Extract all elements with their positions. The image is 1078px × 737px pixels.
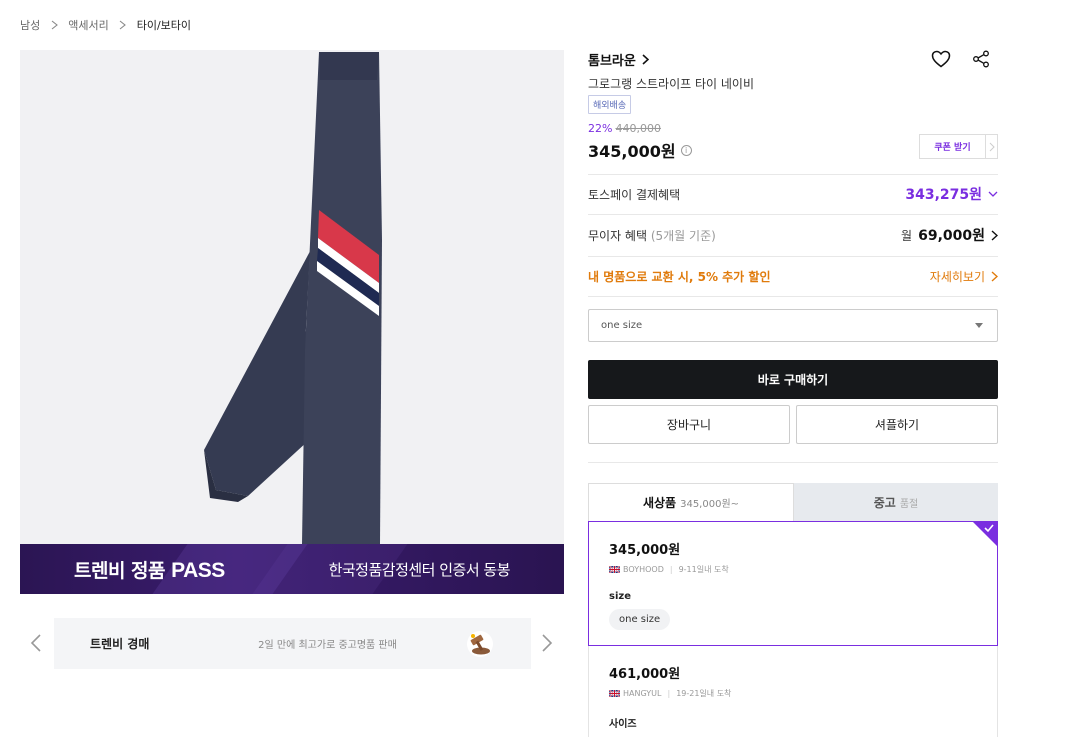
tie-image bbox=[204, 52, 382, 544]
banner-pass-prefix: 트렌비 정품 bbox=[74, 559, 172, 582]
banner-certificate-text: 한국정품감정센터 인증서 동봉 bbox=[328, 560, 511, 579]
offer-meta: HANGYUL | 19-21일내 도착 bbox=[609, 688, 977, 699]
offer-seller: HANGYUL bbox=[623, 689, 662, 698]
banner-pass-title: 트렌비 정품 PASS bbox=[74, 556, 225, 583]
brand-link[interactable]: 톰브라운 bbox=[588, 50, 649, 69]
original-price: 440,000 bbox=[615, 122, 661, 135]
interest-free-label: 무이자 혜택 bbox=[588, 228, 648, 243]
authenticity-banner[interactable]: 트렌비 정품 PASS 한국정품감정센터 인증서 동봉 bbox=[20, 544, 564, 594]
divider bbox=[588, 296, 998, 297]
caret-down-icon bbox=[975, 323, 983, 328]
toss-benefit-price: 343,275원 bbox=[905, 187, 982, 203]
uk-flag-icon bbox=[609, 566, 620, 573]
breadcrumb-item-accessories[interactable]: 액세서리 bbox=[68, 17, 108, 33]
size-select-value: one size bbox=[601, 320, 643, 331]
breadcrumb-item-ties[interactable]: 타이/보타이 bbox=[137, 17, 191, 33]
sale-price: 345,000원 bbox=[588, 142, 676, 161]
price-row: 345,000원 i bbox=[588, 138, 692, 162]
interest-free-row[interactable]: 무이자 혜택 (5개월 기준) 월 69,000원 bbox=[588, 225, 998, 245]
trade-in-detail-link[interactable]: 자세히보기 bbox=[930, 268, 985, 285]
meta-separator: | bbox=[669, 565, 673, 574]
toss-benefit-row[interactable]: 토스페이 결제혜택 343,275원 bbox=[588, 184, 998, 204]
chevron-right-icon bbox=[991, 229, 998, 241]
tab-used[interactable]: 중고 품절 bbox=[794, 483, 998, 521]
coupon-button[interactable]: 쿠폰 받기 bbox=[920, 135, 986, 158]
offer-price: 345,000원 bbox=[609, 543, 681, 558]
monthly-prefix: 월 bbox=[901, 228, 913, 243]
divider bbox=[588, 256, 998, 257]
banner-pass-word: PASS bbox=[171, 558, 225, 582]
tab-used-label: 중고 bbox=[873, 495, 896, 510]
coupon-box: 쿠폰 받기 bbox=[919, 134, 998, 159]
share-button[interactable] bbox=[970, 48, 992, 70]
product-name: 그로그랭 스트라이프 타이 네이비 bbox=[588, 77, 755, 91]
interest-free-label-wrap: 무이자 혜택 (5개월 기준) bbox=[588, 227, 716, 244]
discount-row: 22% 440,000 bbox=[588, 122, 661, 135]
offer-size-label: size bbox=[609, 591, 631, 602]
check-icon bbox=[972, 521, 998, 547]
add-to-cart-button[interactable]: 장바구니 bbox=[588, 405, 790, 444]
divider bbox=[588, 462, 998, 463]
gavel-icon bbox=[467, 630, 493, 657]
offer-card[interactable]: 345,000원 BOYHOOD | 9-11일내 도착 size one si… bbox=[588, 521, 998, 646]
auction-description: 2일 만에 최고가로 중고명품 판매 bbox=[258, 640, 397, 651]
interest-free-sub: (5개월 기준) bbox=[647, 228, 716, 243]
chevron-right-icon bbox=[991, 270, 998, 282]
brand-name: 톰브라운 bbox=[588, 54, 636, 69]
chevron-right-icon bbox=[989, 142, 995, 151]
offer-size-label: 사이즈 bbox=[609, 719, 637, 730]
trade-in-label: 내 명품으로 교환 시, 5% 추가 할인 bbox=[588, 269, 771, 284]
carousel-next-button[interactable] bbox=[539, 632, 555, 654]
tab-used-sub: 품절 bbox=[899, 498, 919, 510]
wishlist-button[interactable] bbox=[930, 48, 952, 70]
trade-in-row[interactable]: 내 명품으로 교환 시, 5% 추가 할인 자세히보기 bbox=[588, 266, 998, 286]
buy-now-button[interactable]: 바로 구매하기 bbox=[588, 360, 998, 399]
offer-price: 461,000원 bbox=[609, 667, 681, 682]
uk-flag-icon bbox=[609, 690, 620, 697]
chevron-right-icon bbox=[542, 634, 553, 652]
chevron-left-icon bbox=[30, 634, 41, 652]
offer-arrival: 19-21일내 도착 bbox=[676, 689, 732, 698]
offer-arrival: 9-11일내 도착 bbox=[678, 565, 729, 574]
chevron-down-icon bbox=[988, 191, 998, 197]
coupon-more-button[interactable] bbox=[986, 135, 997, 158]
offer-seller: BOYHOOD bbox=[623, 565, 664, 574]
carousel-prev-button[interactable] bbox=[28, 632, 44, 654]
monthly-price: 69,000원 bbox=[918, 228, 985, 244]
divider bbox=[588, 174, 998, 175]
tab-new[interactable]: 새상품 345,000원~ bbox=[588, 483, 794, 521]
shipping-badge: 해외배송 bbox=[588, 95, 632, 114]
condition-tabs: 새상품 345,000원~ 중고 품절 bbox=[588, 483, 998, 521]
auction-title: 트렌비 경매 bbox=[90, 637, 150, 651]
breadcrumb: 남성 액세서리 타이/보타이 bbox=[20, 17, 191, 33]
breadcrumb-item-men[interactable]: 남성 bbox=[20, 17, 40, 33]
heart-icon bbox=[931, 50, 951, 68]
shuffle-button[interactable]: 셔플하기 bbox=[796, 405, 998, 444]
share-icon bbox=[973, 50, 989, 68]
offer-size-chip[interactable]: one size bbox=[609, 609, 671, 630]
product-image[interactable]: 트렌비 정품 PASS 한국정품감정센터 인증서 동봉 bbox=[20, 50, 564, 594]
size-select[interactable]: one size bbox=[588, 309, 998, 342]
offer-card[interactable]: 461,000원 HANGYUL | 19-21일내 도착 사이즈 bbox=[588, 646, 998, 737]
info-icon[interactable]: i bbox=[680, 144, 692, 156]
meta-separator: | bbox=[667, 689, 671, 698]
chevron-right-icon bbox=[118, 20, 128, 30]
tab-new-label: 새상품 bbox=[642, 496, 677, 510]
discount-percent: 22% bbox=[588, 122, 613, 135]
auction-promo-card[interactable]: 트렌비 경매 2일 만에 최고가로 중고명품 판매 bbox=[54, 618, 531, 669]
divider bbox=[588, 214, 998, 215]
toss-benefit-label: 토스페이 결제혜택 bbox=[588, 187, 681, 202]
chevron-right-icon bbox=[642, 54, 649, 65]
offer-meta: BOYHOOD | 9-11일내 도착 bbox=[609, 564, 977, 575]
tab-new-sub: 345,000원~ bbox=[680, 499, 740, 510]
chevron-right-icon bbox=[49, 20, 59, 30]
product-actions bbox=[930, 48, 992, 70]
